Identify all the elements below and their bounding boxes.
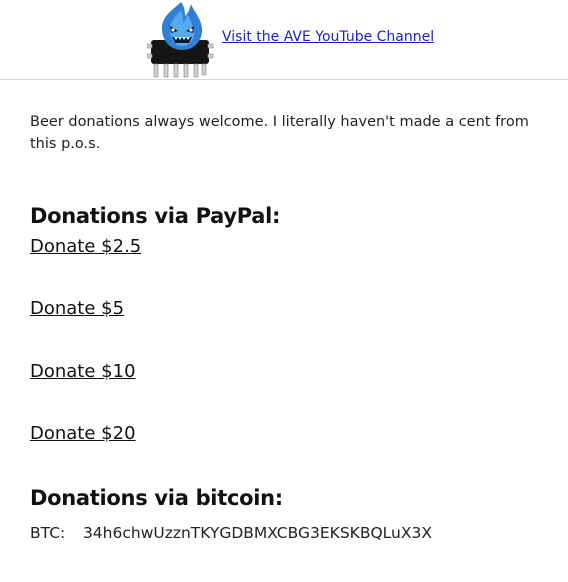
intro-section: Beer donations always welcome. I literal… <box>30 111 540 155</box>
donate-20-link[interactable]: Donate $20 <box>30 423 136 444</box>
intro-text: Beer donations always welcome. I literal… <box>30 114 529 152</box>
btc-address-row: BTC: 34h6chwUzznTKYGDBMXCBG3EKSKBQLuX3X <box>30 524 432 542</box>
paypal-heading: Donations via PayPal: <box>30 204 281 228</box>
page-header: Visit the AVE YouTube Channel <box>0 0 568 80</box>
ave-chip-mascot-icon[interactable] <box>147 0 219 80</box>
youtube-channel-link[interactable]: Visit the AVE YouTube Channel <box>222 29 434 45</box>
bitcoin-heading: Donations via bitcoin: <box>30 486 283 510</box>
btc-address[interactable]: 34h6chwUzznTKYGDBMXCBG3EKSKBQLuX3X <box>83 524 432 542</box>
donate-5-link[interactable]: Donate $5 <box>30 298 124 319</box>
donate-2-5-link[interactable]: Donate $2.5 <box>30 236 141 257</box>
donate-10-link[interactable]: Donate $10 <box>30 361 136 382</box>
btc-label: BTC: <box>30 524 66 542</box>
